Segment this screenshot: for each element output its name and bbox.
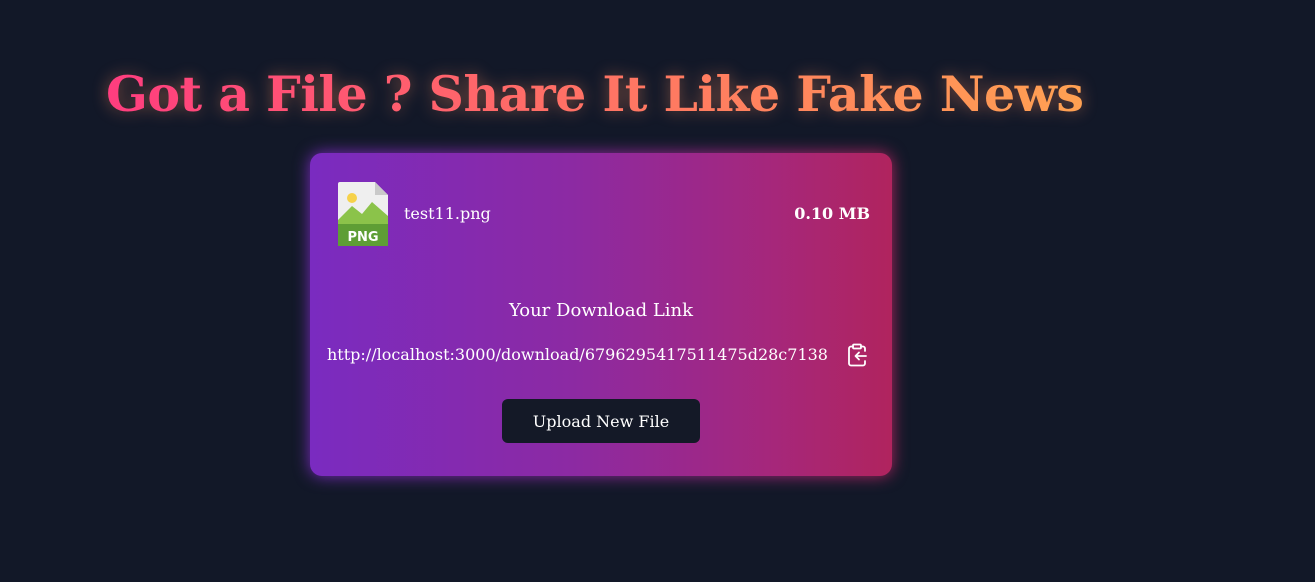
file-type-label: PNG (347, 230, 378, 245)
clipboard-copy-icon (848, 343, 867, 367)
download-link-title: Your Download Link (508, 300, 694, 321)
file-info-row: PNG test11.png 0.10 MB (338, 182, 870, 246)
download-link-row: http://localhost:3000/download/679629541… (327, 342, 875, 368)
download-link[interactable]: http://localhost:3000/download/679629541… (327, 344, 828, 366)
png-file-icon: PNG (338, 182, 388, 246)
page-title: Got a File ? Share It Like Fake News (106, 62, 1084, 126)
upload-new-file-button[interactable]: Upload New File (502, 399, 700, 443)
file-name: test11.png (404, 204, 491, 223)
file-share-card: PNG test11.png 0.10 MB Your Download Lin… (310, 153, 892, 476)
copy-link-button[interactable] (844, 342, 870, 368)
file-size: 0.10 MB (794, 204, 870, 223)
